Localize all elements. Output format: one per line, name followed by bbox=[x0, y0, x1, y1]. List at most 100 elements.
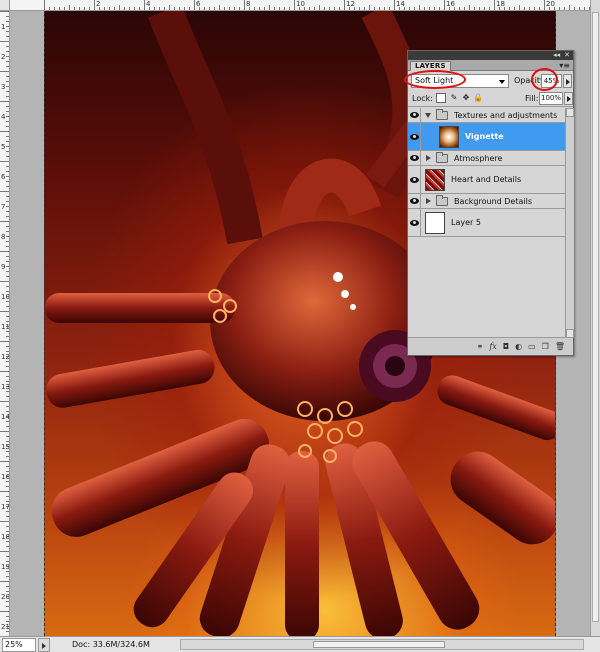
ruler-tick bbox=[124, 7, 125, 10]
ruler-tick bbox=[6, 196, 9, 197]
ruler-tick bbox=[6, 291, 9, 292]
horizontal-scroll-thumb[interactable] bbox=[313, 641, 445, 648]
lock-transparency-icon[interactable] bbox=[436, 93, 446, 103]
expand-triangle-icon[interactable] bbox=[425, 112, 431, 118]
lock-all-icon[interactable]: 🔒 bbox=[473, 93, 483, 103]
close-panel-icon[interactable]: ✕ bbox=[564, 52, 570, 59]
ruler-label: 5 bbox=[1, 143, 6, 151]
ruler-tick bbox=[364, 7, 365, 10]
ruler-tick bbox=[6, 466, 9, 467]
zoom-level-field[interactable]: 25% bbox=[2, 637, 36, 652]
ruler-tick bbox=[154, 7, 155, 10]
ruler-tick bbox=[6, 316, 9, 317]
ruler-tick bbox=[6, 216, 9, 217]
canvas-horizontal-scrollbar[interactable] bbox=[180, 639, 584, 650]
ruler-tick bbox=[6, 151, 9, 152]
fill-input[interactable]: 100% bbox=[539, 92, 563, 105]
ruler-tick bbox=[129, 7, 130, 10]
visibility-eye-icon[interactable] bbox=[408, 108, 421, 122]
ruler-tick bbox=[6, 21, 9, 22]
ruler-left[interactable]: 1 2 3 4 5 6 7 8 9 10 11 12 13 14 15 16 17 18 19 20 21 bbox=[0, 11, 10, 636]
ruler-label: 17 bbox=[1, 503, 10, 511]
ruler-tick bbox=[484, 7, 485, 10]
ruler-tick bbox=[6, 91, 9, 92]
visibility-eye-icon[interactable] bbox=[408, 151, 421, 165]
opacity-slider-button[interactable] bbox=[563, 74, 572, 88]
link-icon[interactable]: ⚭ bbox=[477, 342, 484, 352]
ruler-tick bbox=[264, 7, 265, 10]
expand-triangle-icon[interactable] bbox=[426, 198, 431, 204]
ruler-tick bbox=[6, 141, 9, 142]
ruler-tick bbox=[6, 86, 9, 87]
layers-scrollbar[interactable] bbox=[565, 108, 574, 338]
fx-icon[interactable]: fx bbox=[489, 342, 496, 352]
ruler-tick bbox=[419, 5, 420, 10]
ruler-tick bbox=[6, 156, 9, 157]
ruler-tick bbox=[6, 236, 9, 237]
ruler-tick bbox=[6, 351, 9, 352]
layer-row-vignette[interactable]: Vignette bbox=[408, 123, 565, 151]
ruler-label: 20 bbox=[1, 593, 10, 601]
new-layer-icon[interactable]: ❐ bbox=[542, 342, 549, 352]
ruler-tick bbox=[209, 7, 210, 10]
lock-pixels-icon[interactable]: ✎ bbox=[449, 93, 459, 103]
ruler-tick bbox=[6, 66, 9, 67]
panel-menu-icon[interactable]: ▾≡ bbox=[559, 61, 570, 70]
ruler-tick bbox=[6, 601, 9, 602]
layer-row-background-details[interactable]: Background Details bbox=[408, 194, 565, 209]
ruler-tick bbox=[204, 7, 205, 10]
layer-name: Vignette bbox=[465, 132, 504, 141]
visibility-eye-icon[interactable] bbox=[408, 166, 421, 193]
ruler-label: 14 bbox=[396, 0, 405, 8]
ruler-tick bbox=[84, 7, 85, 10]
canvas-vertical-scrollbar[interactable] bbox=[590, 0, 600, 636]
ruler-tick bbox=[164, 7, 165, 10]
mask-icon[interactable]: ◘ bbox=[503, 342, 509, 352]
ruler-tick bbox=[6, 616, 9, 617]
ruler-tick bbox=[0, 131, 9, 132]
status-menu-button[interactable] bbox=[38, 637, 50, 652]
ruler-tick bbox=[334, 7, 335, 10]
ruler-tick bbox=[584, 7, 585, 10]
ruler-tick bbox=[6, 146, 9, 147]
ruler-tick bbox=[6, 571, 9, 572]
annotation-circle-blend-mode bbox=[404, 70, 466, 89]
collapse-panel-icon[interactable]: ◂◂ bbox=[553, 52, 560, 59]
ruler-tick bbox=[0, 551, 9, 552]
lock-position-icon[interactable]: ✥ bbox=[461, 93, 471, 103]
ruler-label: 11 bbox=[1, 323, 10, 331]
ruler-tick bbox=[314, 7, 315, 10]
ruler-label: 1 bbox=[1, 23, 6, 31]
ruler-tick bbox=[49, 7, 50, 10]
ruler-tick bbox=[6, 176, 9, 177]
visibility-eye-icon[interactable] bbox=[408, 209, 421, 236]
group-icon[interactable]: ▭ bbox=[528, 342, 536, 352]
trash-icon[interactable]: 🗑 bbox=[555, 342, 565, 352]
ruler-label: 3 bbox=[1, 83, 6, 91]
visibility-eye-icon[interactable] bbox=[408, 123, 421, 150]
ruler-tick bbox=[104, 7, 105, 10]
ruler-tick bbox=[6, 516, 9, 517]
layer-row-heart-and-details[interactable]: Heart and Details bbox=[408, 166, 565, 194]
fill-slider-button[interactable] bbox=[564, 92, 573, 105]
ruler-tick bbox=[294, 0, 295, 10]
ruler-top[interactable]: 2 4 6 8 10 12 14 16 18 20 bbox=[10, 0, 590, 11]
panel-titlebar[interactable]: ◂◂ ✕ bbox=[408, 51, 573, 60]
ruler-label: 12 bbox=[1, 353, 10, 361]
ruler-tick bbox=[6, 181, 9, 182]
ruler-tick bbox=[344, 0, 345, 10]
ruler-tick bbox=[6, 56, 9, 57]
vertical-scroll-thumb[interactable] bbox=[592, 12, 599, 622]
layer-row-textures-and-adjustments[interactable]: Textures and adjustments bbox=[408, 108, 565, 123]
ruler-tick bbox=[0, 341, 9, 342]
folder-icon bbox=[436, 194, 448, 206]
visibility-eye-icon[interactable] bbox=[408, 194, 421, 208]
ruler-tick bbox=[6, 61, 9, 62]
scroll-up-button[interactable] bbox=[566, 108, 574, 117]
ruler-tick bbox=[524, 7, 525, 10]
ruler-tick bbox=[184, 7, 185, 10]
expand-triangle-icon[interactable] bbox=[426, 155, 431, 161]
layer-row-atmosphere[interactable]: Atmosphere bbox=[408, 151, 565, 166]
layer-row-layer-5[interactable]: Layer 5 bbox=[408, 209, 565, 237]
adjustment-icon[interactable]: ◐ bbox=[515, 342, 522, 352]
